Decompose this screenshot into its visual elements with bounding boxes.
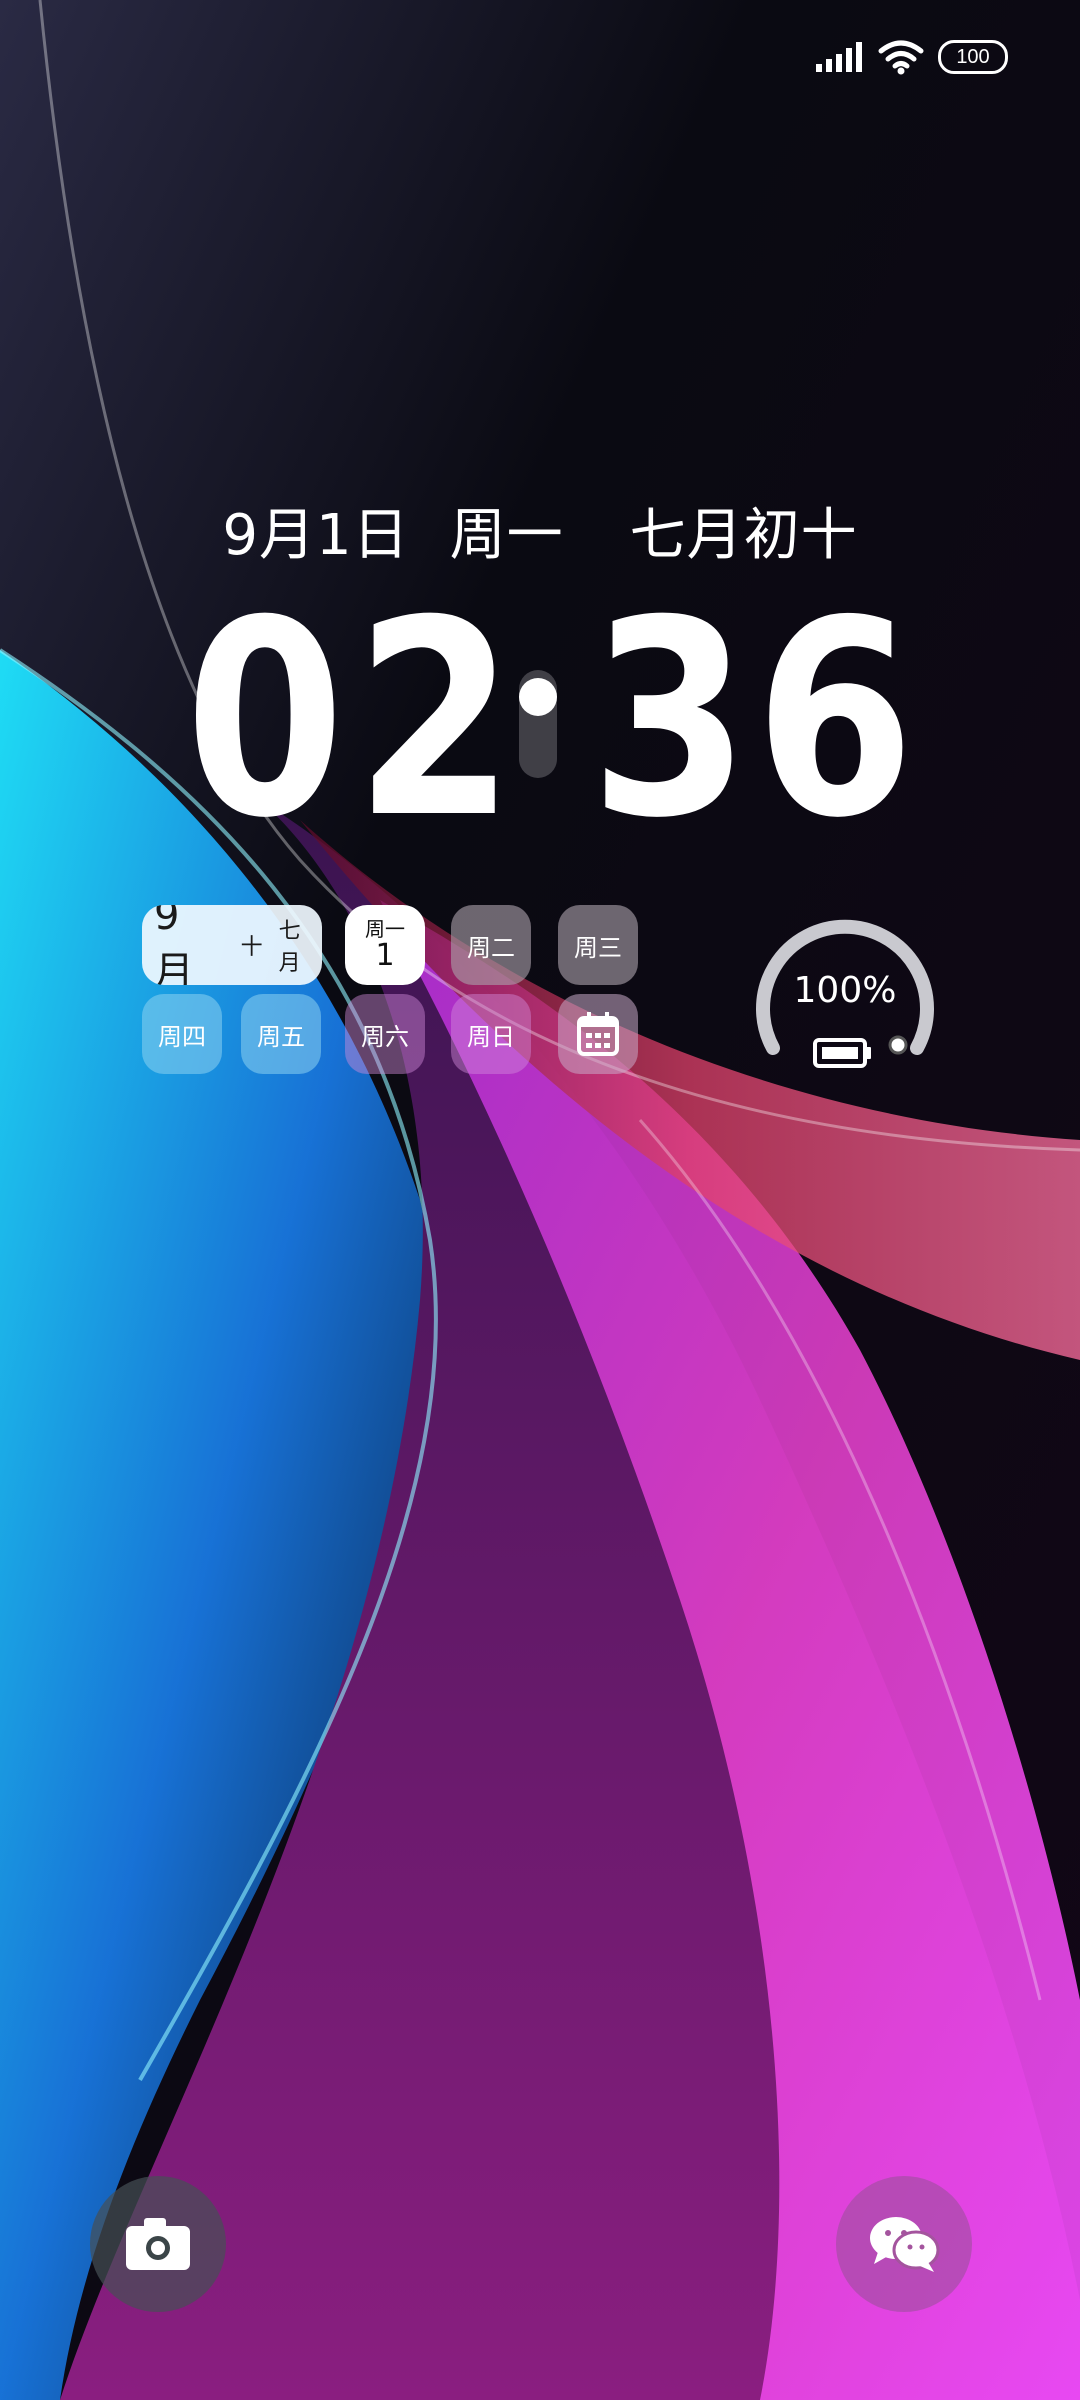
wallpaper (0, 0, 1080, 2400)
calendar-day-tile[interactable]: 周五 (241, 994, 321, 1074)
wifi-icon (878, 40, 924, 75)
calendar-day-tile[interactable]: 周三 (558, 905, 638, 985)
calendar-lunar-short: 七月 (278, 919, 301, 976)
signal-bars-icon (816, 42, 862, 72)
calendar-month-extra: 十 (240, 935, 263, 960)
calendar-month-tile: 9月 十 七月 (142, 905, 322, 985)
calendar-day-tile[interactable]: 周二 (451, 905, 531, 985)
battery-percent: 100% (793, 970, 897, 1011)
lock-clock: 0 2 3 6 (185, 562, 915, 877)
calendar-day-tile[interactable]: 周六 (345, 994, 425, 1074)
status-battery-indicator: 100 (938, 40, 1008, 74)
battery-widget[interactable]: 100% (745, 900, 945, 1080)
date-text: 9月1日 (222, 503, 410, 568)
camera-button[interactable] (90, 2176, 226, 2312)
calendar-today-tile[interactable]: 周一 1 (345, 905, 425, 985)
wechat-icon (870, 2217, 940, 2272)
calendar-month: 9月 (154, 905, 194, 985)
calendar-open-tile[interactable] (558, 994, 638, 1074)
clock-hour-ones: 2 (355, 562, 515, 877)
calendar-icon (577, 1012, 619, 1056)
wechat-button[interactable] (836, 2176, 972, 2312)
calendar-today-day: 1 (375, 938, 395, 973)
weekday-text: 周一 (449, 503, 564, 568)
calendar-day-tile[interactable]: 周四 (142, 994, 222, 1074)
clock-separator-dot (519, 678, 557, 716)
status-bar: 100 (816, 40, 1008, 75)
clock-minute-ones: 6 (755, 562, 915, 877)
battery-icon (813, 1038, 871, 1068)
lunar-date-text: 七月初十 (629, 503, 858, 568)
lock-date: 9月1日 周一 七月初十 (0, 490, 1080, 571)
calendar-day-tile[interactable]: 周日 (451, 994, 531, 1074)
calendar-today-weekday: 周一 (365, 917, 405, 941)
camera-icon (126, 2218, 190, 2270)
clock-minute-tens: 3 (590, 562, 750, 877)
lock-screen: 100 9月1日 周一 七月初十 0 2 3 6 9月 十 七月 周一 1 周二… (0, 0, 1080, 2400)
clock-hour-tens: 0 (185, 562, 345, 877)
